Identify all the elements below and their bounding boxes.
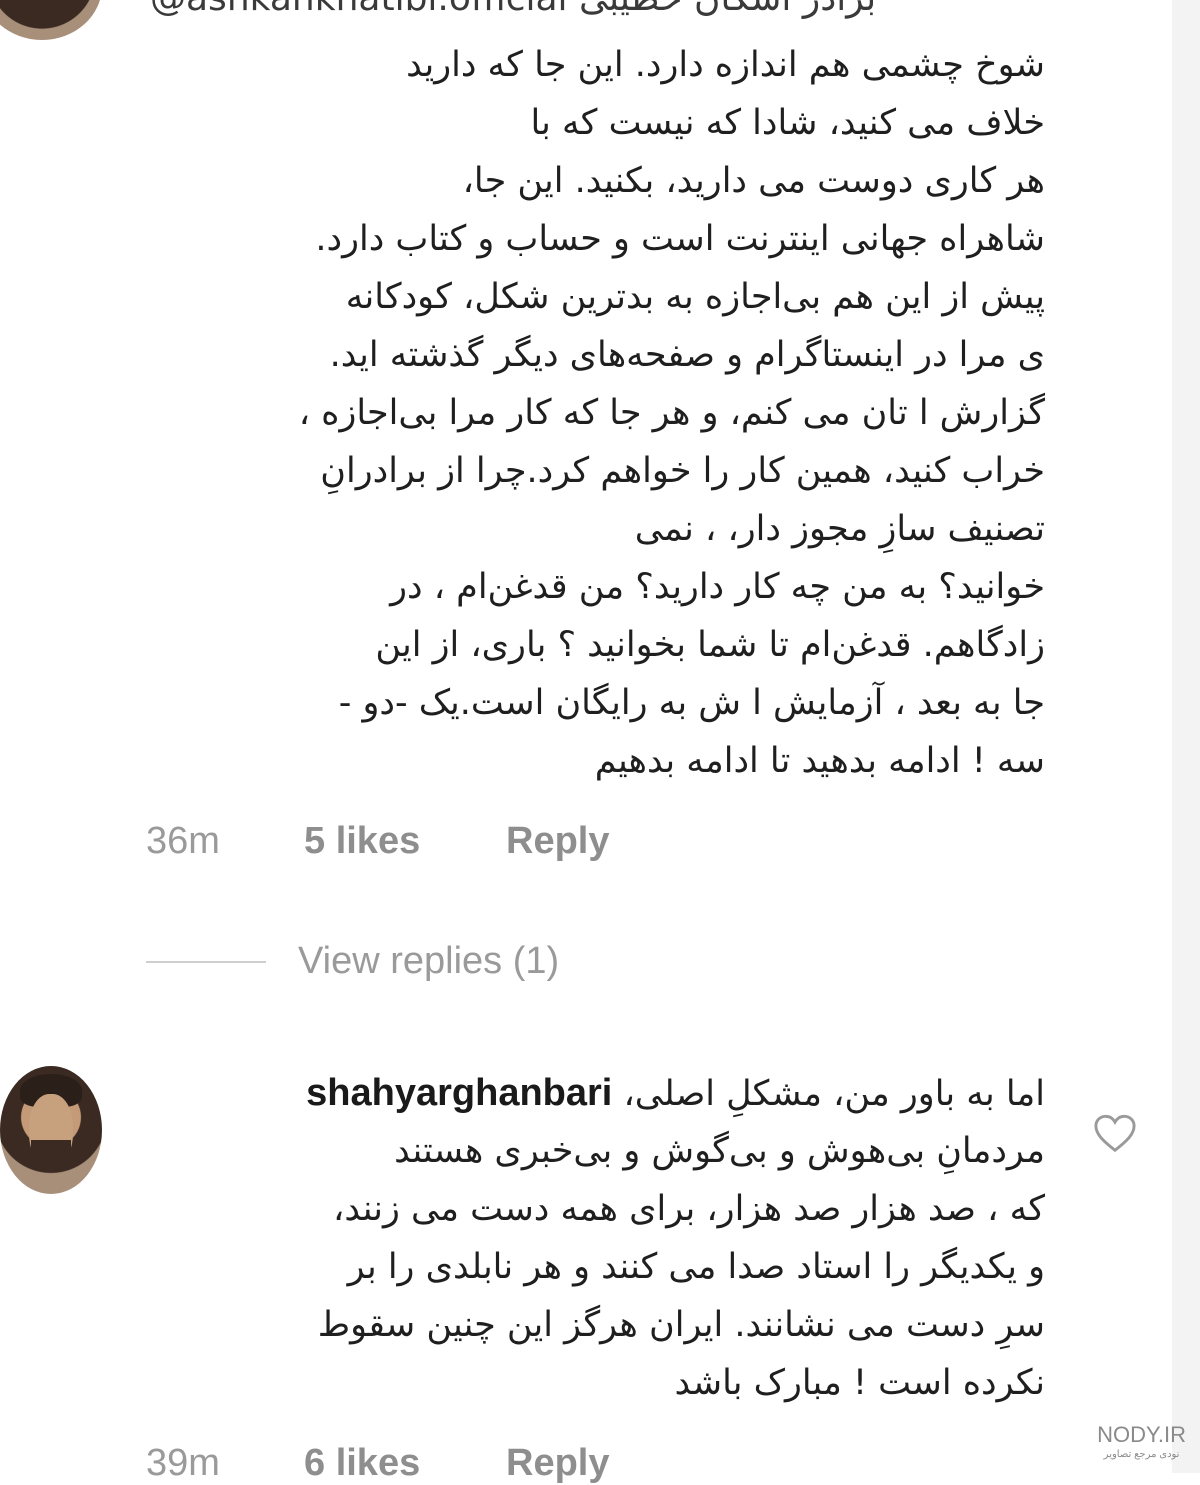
comment-line: پیش از این هم بی‌اجازه به بدترین شکل، کو… bbox=[345, 277, 1045, 317]
comment-line: که ، صد هزار صد هزار، برای همه دست می زن… bbox=[333, 1189, 1045, 1229]
comment-username-line: @ashkankhatibi.official برادر اشکان خطیب… bbox=[150, 0, 1030, 22]
comment-line: جا به بعد ، آزمایش ا ش به رایگان است.یک … bbox=[338, 683, 1045, 723]
comment-line: خلاف می کنید، شادا که نیست که با bbox=[530, 103, 1045, 143]
avatar[interactable] bbox=[0, 0, 102, 40]
reply-button[interactable]: Reply bbox=[506, 820, 609, 863]
comment-line: شوخ چشمی هم اندازه دارد. این جا که دارید bbox=[406, 45, 1045, 85]
comment-line: شاهراه جهانی اینترنت است و حساب و کتاب د… bbox=[315, 219, 1045, 259]
heart-outline-icon[interactable] bbox=[1093, 1113, 1137, 1153]
view-replies-button[interactable]: View replies (1) bbox=[146, 940, 559, 983]
page-edge bbox=[1172, 0, 1200, 1473]
comment-line: اما به باور من، مشکلِ اصلی، shahyarghanb… bbox=[140, 1064, 1045, 1122]
watermark-text: NODY.IR bbox=[1097, 1422, 1186, 1447]
comment-line: خوانید؟ به من چه کار دارید؟ من قدغن‌ام ،… bbox=[390, 567, 1045, 607]
comment-line: خراب کنید، همین کار را خواهم کرد.چرا از … bbox=[320, 451, 1045, 491]
likes-count[interactable]: 5 likes bbox=[304, 820, 506, 863]
comment-text: شوخ چشمی هم اندازه دارد. این جا که دارید… bbox=[140, 36, 1045, 790]
view-replies-label: View replies (1) bbox=[298, 940, 560, 982]
comment-line: مردمانِ بی‌هوش و بی‌گوش و بی‌خبری هستند bbox=[394, 1131, 1045, 1171]
comment-username[interactable]: shahyarghanbari bbox=[306, 1072, 612, 1114]
reply-button[interactable]: Reply bbox=[506, 1442, 609, 1485]
comment-line: و یکدیگر را استاد صدا می کنند و هر نابلد… bbox=[347, 1247, 1045, 1287]
comment-timestamp: 36m bbox=[146, 820, 220, 862]
comment-line: گزارش ا تان می کنم، و هر جا که کار مرا ب… bbox=[298, 393, 1045, 433]
comment-line: سرِ دست می نشانند. ایران هرگز این چنین س… bbox=[317, 1305, 1045, 1345]
watermark: NODY.IR نودی مرجع تصاویر bbox=[1097, 1422, 1186, 1465]
comment-line: نکرده است ! مبارک باشد bbox=[674, 1363, 1045, 1403]
comment-line-text: اما به باور من، مشکلِ اصلی، bbox=[623, 1074, 1045, 1114]
comment-timestamp: 39m bbox=[146, 1442, 220, 1484]
watermark-subtext: نودی مرجع تصاویر bbox=[1103, 1449, 1180, 1460]
comment-text: اما به باور من، مشکلِ اصلی، shahyarghanb… bbox=[140, 1064, 1045, 1412]
likes-count[interactable]: 6 likes bbox=[304, 1442, 506, 1485]
comment-line: هر کاری دوست می دارید، بکنید. این جا، bbox=[462, 161, 1045, 201]
avatar[interactable] bbox=[0, 1066, 102, 1194]
divider bbox=[146, 960, 266, 963]
comment-line: ی مرا در اینستاگرام و صفحه‌های دیگر گذشت… bbox=[329, 335, 1045, 375]
comment-meta: 36m 5 likes Reply bbox=[146, 820, 609, 863]
comment-meta: 39m 6 likes Reply bbox=[146, 1442, 609, 1485]
comment-line: سه ! ادامه بدهید تا ادامه بدهیم bbox=[594, 741, 1045, 781]
comment-line: زادگاهم. قدغن‌ام تا شما بخوانید ؟ باری، … bbox=[375, 625, 1045, 665]
comment-line: تصنیف سازِ مجوز دار، ، نمی bbox=[634, 509, 1045, 549]
